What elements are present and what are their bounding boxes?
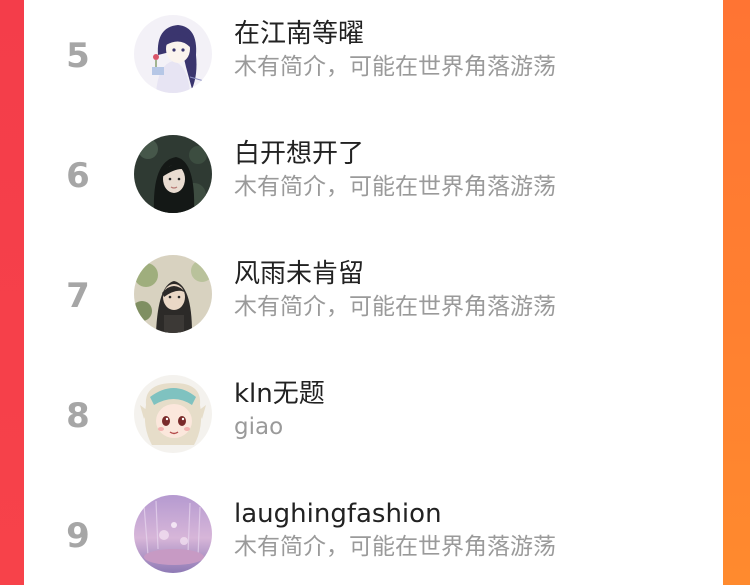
user-name: laughingfashion	[234, 499, 442, 529]
cartoon-character-avatar-icon[interactable]	[134, 375, 212, 453]
ranking-row[interactable]: 9 laughingfashion 木有简介，可能在世界角落游荡	[24, 476, 723, 585]
user-name: 在江南等曜	[234, 19, 365, 49]
dark-portrait-avatar-icon[interactable]	[134, 135, 212, 213]
purple-scene-avatar-icon[interactable]	[134, 495, 212, 573]
rank-number: 6	[66, 156, 90, 196]
rank-number: 9	[66, 516, 90, 556]
ranking-list-panel: 5 在江南等曜 木有简介，可能在世界角落游荡 6 白开想开了 木有简介，可能在世…	[24, 0, 723, 585]
ranking-row[interactable]: 6 白开想开了 木有简介，可能在世界角落游荡	[24, 116, 723, 236]
ranking-row[interactable]: 5 在江南等曜 木有简介，可能在世界角落游荡	[24, 0, 723, 116]
rank-number: 5	[66, 36, 90, 76]
ranking-row[interactable]: 7 风雨未肯留 木有简介，可能在世界角落游荡	[24, 236, 723, 356]
anime-girl-avatar-icon[interactable]	[134, 15, 212, 93]
left-gradient-edge	[0, 0, 24, 585]
user-bio: 木有简介，可能在世界角落游荡	[234, 174, 556, 200]
user-bio: 木有简介，可能在世界角落游荡	[234, 534, 556, 560]
user-name: kln无题	[234, 379, 325, 409]
ranking-row[interactable]: 8 kln无题 giao	[24, 356, 723, 476]
right-gradient-edge	[723, 0, 750, 585]
user-name: 风雨未肯留	[234, 259, 365, 289]
user-bio: 木有简介，可能在世界角落游荡	[234, 294, 556, 320]
outdoor-portrait-avatar-icon[interactable]	[134, 255, 212, 333]
rank-number: 7	[66, 276, 90, 316]
user-name: 白开想开了	[234, 139, 365, 169]
user-bio: giao	[234, 414, 284, 440]
user-bio: 木有简介，可能在世界角落游荡	[234, 54, 556, 80]
rank-number: 8	[66, 396, 90, 436]
